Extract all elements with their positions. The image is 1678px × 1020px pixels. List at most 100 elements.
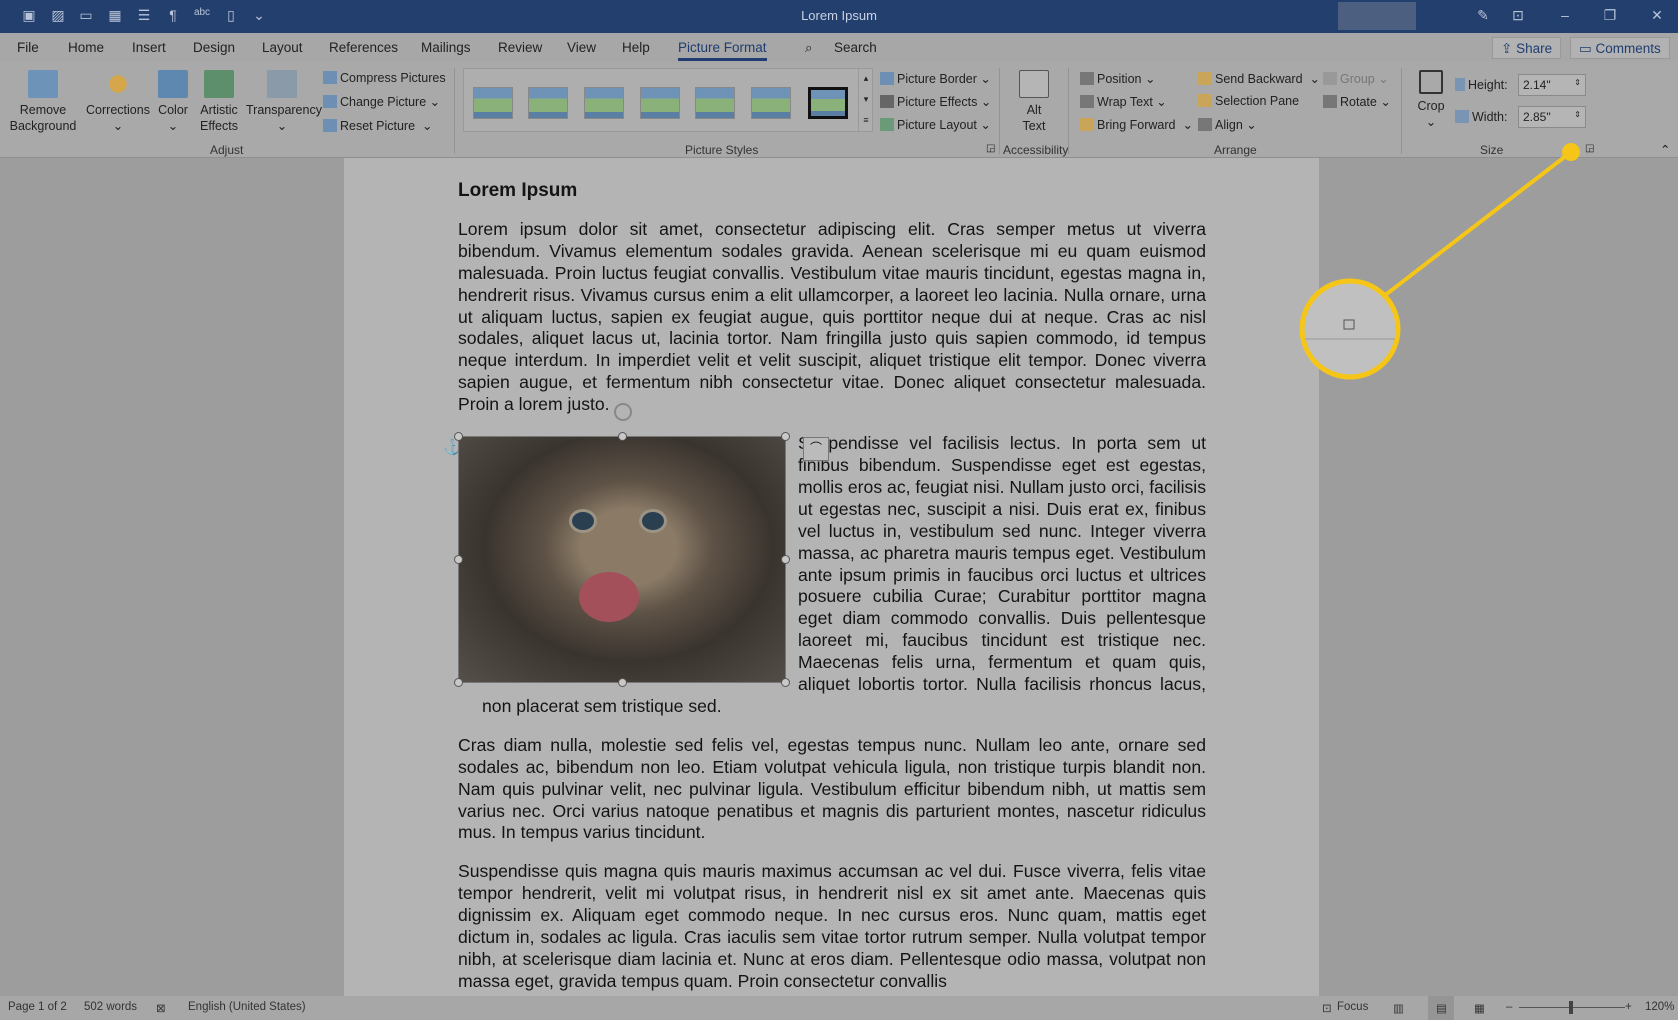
picture-effects-icon bbox=[880, 95, 894, 108]
selection-pane-button[interactable]: Selection Pane bbox=[1198, 94, 1299, 108]
position-icon bbox=[1080, 72, 1094, 85]
pen-icon[interactable]: ✎ bbox=[1474, 7, 1492, 25]
web-layout-icon[interactable]: ▦ bbox=[1474, 1001, 1485, 1015]
picture-style-3[interactable] bbox=[584, 87, 624, 119]
rotate-button[interactable]: Rotate ⌄ bbox=[1323, 94, 1391, 109]
artistic-effects-icon bbox=[204, 70, 234, 98]
divider bbox=[1401, 68, 1402, 154]
tab-help[interactable]: Help bbox=[622, 40, 650, 55]
picture-style-2[interactable] bbox=[528, 87, 568, 119]
bring-forward-button[interactable]: Bring Forward ⌄ bbox=[1080, 117, 1193, 132]
page-count[interactable]: Page 1 of 2 bbox=[8, 1001, 67, 1013]
tab-design[interactable]: Design bbox=[193, 40, 235, 55]
align-button[interactable]: Align ⌄ bbox=[1198, 117, 1257, 132]
picture-style-1[interactable] bbox=[473, 87, 513, 119]
search-icon[interactable]: ⌕ bbox=[805, 40, 813, 56]
kitten-image[interactable]: ⌒ bbox=[454, 403, 829, 688]
width-icon bbox=[1455, 110, 1469, 123]
share-button[interactable]: ⇪ Share bbox=[1492, 37, 1562, 59]
search-box[interactable]: Search bbox=[834, 40, 877, 55]
resize-handle[interactable] bbox=[781, 555, 790, 565]
account-avatar[interactable] bbox=[1338, 2, 1416, 30]
width-label: Width: bbox=[1455, 110, 1507, 124]
color-icon bbox=[158, 70, 188, 98]
picture-layout-icon bbox=[880, 118, 894, 131]
document-area: ⚓ Lorem Ipsum Lorem ipsum dolor sit amet… bbox=[0, 158, 1678, 996]
tab-review[interactable]: Review bbox=[498, 40, 542, 55]
layout-options-icon[interactable]: ⌒ bbox=[803, 437, 829, 462]
alt-text-button[interactable]: Alt Text bbox=[1016, 70, 1052, 134]
tab-home[interactable]: Home bbox=[68, 40, 104, 55]
ribbon-tabs: File Home Insert Design Layout Reference… bbox=[0, 33, 1678, 62]
divider bbox=[1068, 68, 1069, 154]
ribbon-display-icon[interactable]: ⊡ bbox=[1509, 7, 1527, 25]
tab-mailings[interactable]: Mailings bbox=[421, 40, 471, 55]
comment-icon: ▭ bbox=[1579, 41, 1596, 56]
resize-handle[interactable] bbox=[781, 678, 790, 688]
height-label: Height: bbox=[1455, 78, 1508, 92]
align-icon bbox=[1198, 118, 1212, 131]
tab-insert[interactable]: Insert bbox=[132, 40, 166, 55]
zoom-in-button[interactable]: + bbox=[1625, 1001, 1632, 1013]
focus-icon[interactable]: ⊡ bbox=[1322, 1001, 1332, 1015]
group-button[interactable]: Group ⌄ bbox=[1323, 71, 1389, 86]
reset-picture-button[interactable]: Reset Picture ⌄ bbox=[323, 118, 432, 133]
compress-pictures-button[interactable]: Compress Pictures bbox=[323, 71, 446, 85]
resize-handle[interactable] bbox=[454, 432, 463, 442]
minimize-icon[interactable]: – bbox=[1556, 7, 1574, 25]
resize-handle[interactable] bbox=[454, 678, 463, 688]
gallery-scroll[interactable]: ▴ ▾ ≡ bbox=[858, 68, 873, 132]
resize-handle[interactable] bbox=[454, 555, 463, 565]
position-button[interactable]: Position ⌄ bbox=[1080, 71, 1155, 86]
color-button[interactable]: Color ⌄ bbox=[155, 70, 191, 134]
rotate-handle[interactable] bbox=[614, 403, 632, 422]
picture-effects-button[interactable]: Picture Effects ⌄ bbox=[880, 94, 991, 109]
focus-button[interactable]: Focus bbox=[1337, 1001, 1368, 1013]
picture-border-button[interactable]: Picture Border ⌄ bbox=[880, 71, 991, 86]
proofing-icon[interactable]: ⊠ bbox=[156, 1001, 166, 1015]
tab-view[interactable]: View bbox=[567, 40, 596, 55]
resize-handle[interactable] bbox=[781, 432, 790, 442]
change-picture-button[interactable]: Change Picture ⌄ bbox=[323, 94, 440, 109]
picture-layout-button[interactable]: Picture Layout ⌄ bbox=[880, 117, 991, 132]
crop-button[interactable]: Crop ⌄ bbox=[1414, 70, 1448, 130]
artistic-effects-button[interactable]: Artistic Effects bbox=[194, 70, 244, 134]
selection-pane-icon bbox=[1198, 94, 1212, 107]
print-layout-icon[interactable]: ▤ bbox=[1428, 996, 1454, 1020]
document-content[interactable]: Lorem Ipsum Lorem ipsum dolor sit amet, … bbox=[454, 180, 1206, 996]
transparency-button[interactable]: Transparency ⌄ bbox=[246, 70, 322, 134]
language[interactable]: English (United States) bbox=[188, 1001, 306, 1013]
wrap-text-button[interactable]: Wrap Text ⌄ bbox=[1080, 94, 1167, 109]
read-mode-icon[interactable]: ▥ bbox=[1393, 1001, 1404, 1015]
picture-border-icon bbox=[880, 72, 894, 85]
picture-style-7[interactable] bbox=[808, 87, 848, 119]
resize-handle[interactable] bbox=[618, 432, 627, 442]
tab-layout[interactable]: Layout bbox=[262, 40, 303, 55]
corrections-button[interactable]: Corrections ⌄ bbox=[86, 70, 150, 134]
zoom-level[interactable]: 120% bbox=[1645, 1001, 1674, 1013]
picture-style-5[interactable] bbox=[695, 87, 735, 119]
height-spinner[interactable]: ⇕ bbox=[1574, 78, 1581, 87]
remove-background-button[interactable]: Remove Background bbox=[8, 70, 78, 134]
send-backward-button[interactable]: Send Backward ⌄ bbox=[1198, 71, 1320, 86]
picture-style-6[interactable] bbox=[751, 87, 791, 119]
picture-styles-dialog-launcher[interactable]: ◲ bbox=[986, 143, 995, 154]
width-spinner[interactable]: ⇕ bbox=[1574, 110, 1581, 119]
collapse-ribbon-icon[interactable]: ⌃ bbox=[1660, 142, 1670, 157]
rotate-icon bbox=[1323, 95, 1337, 108]
zoom-slider-thumb[interactable] bbox=[1569, 1001, 1573, 1014]
restore-icon[interactable]: ❐ bbox=[1601, 7, 1619, 25]
word-count[interactable]: 502 words bbox=[84, 1001, 137, 1013]
height-input[interactable]: 2.14" ⇕ bbox=[1518, 74, 1586, 96]
share-icon: ⇪ bbox=[1501, 41, 1517, 56]
picture-style-4[interactable] bbox=[640, 87, 680, 119]
resize-handle[interactable] bbox=[618, 678, 627, 688]
size-dialog-launcher[interactable]: ◲ bbox=[1585, 143, 1594, 154]
zoom-out-button[interactable]: – bbox=[1506, 1001, 1512, 1013]
comments-button[interactable]: ▭ Comments bbox=[1570, 37, 1670, 59]
tab-file[interactable]: File bbox=[17, 40, 39, 55]
tab-references[interactable]: References bbox=[329, 40, 398, 55]
close-icon[interactable]: ✕ bbox=[1648, 7, 1666, 25]
tab-picture-format[interactable]: Picture Format bbox=[678, 40, 767, 61]
width-input[interactable]: 2.85" ⇕ bbox=[1518, 106, 1586, 128]
